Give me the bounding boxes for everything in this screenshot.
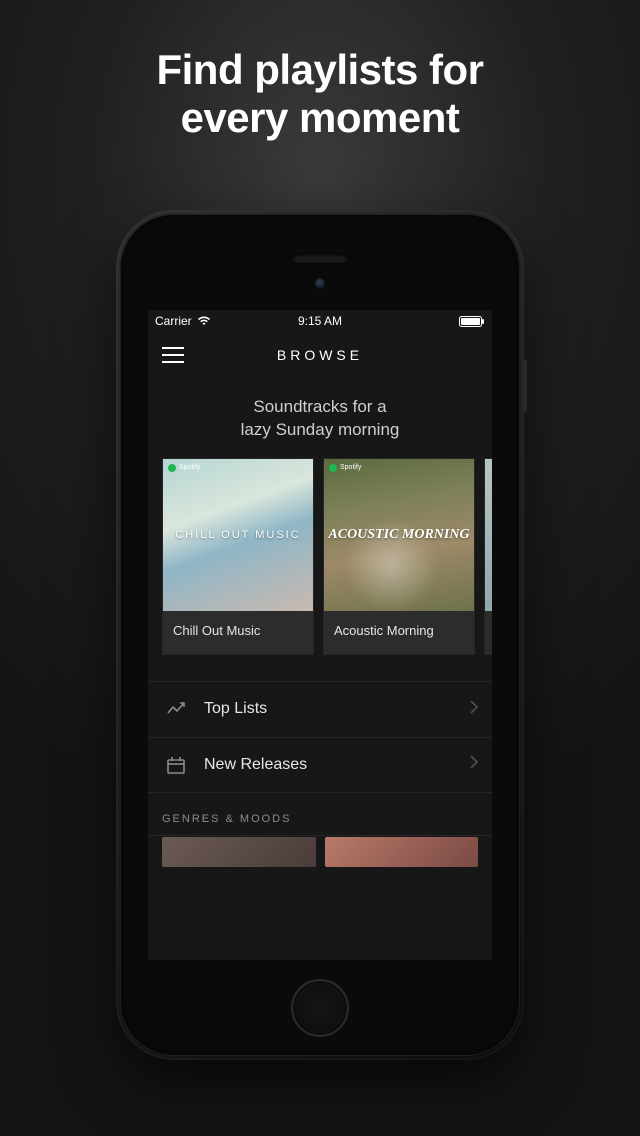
- hero-tagline: Soundtracks for a lazy Sunday morning: [148, 378, 492, 458]
- calendar-icon: [162, 755, 190, 775]
- genre-grid: [148, 835, 492, 867]
- menu-icon[interactable]: [162, 347, 184, 363]
- playlist-card[interactable]: Spotify CHILL OUT MUSIC Chill Out Music: [162, 458, 314, 655]
- section-header-genres: GENRES & MOODS: [148, 793, 492, 835]
- phone-bezel: Carrier 9:15 AM BROWSE Soundtrac: [120, 214, 520, 1056]
- wifi-icon: [197, 316, 211, 326]
- menu-top-lists[interactable]: Top Lists: [148, 681, 492, 737]
- promo-headline: Find playlists for every moment: [0, 0, 640, 143]
- art-overlay-text: CHILL OUT MUSIC: [175, 529, 300, 541]
- battery-icon: [459, 316, 485, 327]
- playlist-card[interactable]: Spotify ACOUSTIC MORNING Acoustic Mornin…: [323, 458, 475, 655]
- playlist-title: Acoustic Morning: [324, 611, 474, 654]
- hero-line2: lazy Sunday morning: [241, 420, 400, 439]
- home-button[interactable]: [291, 979, 349, 1037]
- menu-label: Top Lists: [204, 700, 267, 718]
- hero-line1: Soundtracks for a: [253, 397, 386, 416]
- page-title: BROWSE: [277, 347, 363, 363]
- chevron-right-icon: [470, 755, 478, 774]
- phone-frame: Carrier 9:15 AM BROWSE Soundtrac: [116, 210, 524, 1060]
- playlist-carousel[interactable]: Spotify CHILL OUT MUSIC Chill Out Music …: [148, 458, 492, 655]
- headline-line1: Find playlists for: [156, 46, 483, 93]
- art-overlay-text: ACOUSTIC MORNING: [328, 527, 469, 543]
- playlist-art: [485, 459, 492, 611]
- nav-header: BROWSE: [148, 332, 492, 378]
- chart-icon: [162, 699, 190, 719]
- playlist-title: Chill Out Music: [163, 611, 313, 654]
- power-button-side: [523, 360, 527, 412]
- playlist-art: Spotify ACOUSTIC MORNING: [324, 459, 474, 611]
- spotify-badge: Spotify: [168, 464, 200, 472]
- playlist-card-peek[interactable]: [484, 458, 492, 655]
- genre-tile[interactable]: [325, 837, 479, 867]
- phone-speaker: [293, 254, 347, 263]
- browse-content: Soundtracks for a lazy Sunday morning Sp…: [148, 378, 492, 960]
- menu-new-releases[interactable]: New Releases: [148, 737, 492, 793]
- menu-label: New Releases: [204, 756, 307, 774]
- status-bar: Carrier 9:15 AM: [148, 310, 492, 332]
- status-left: Carrier: [155, 314, 211, 328]
- headline-line2: every moment: [181, 94, 460, 141]
- browse-menu: Top Lists New Releases: [148, 681, 492, 793]
- playlist-art: Spotify CHILL OUT MUSIC: [163, 459, 313, 611]
- carrier-label: Carrier: [155, 314, 192, 328]
- spotify-badge: Spotify: [329, 464, 361, 472]
- status-time: 9:15 AM: [298, 314, 342, 328]
- chevron-right-icon: [470, 700, 478, 719]
- app-screen: Carrier 9:15 AM BROWSE Soundtrac: [148, 310, 492, 960]
- genre-tile[interactable]: [162, 837, 316, 867]
- phone-camera: [315, 278, 326, 289]
